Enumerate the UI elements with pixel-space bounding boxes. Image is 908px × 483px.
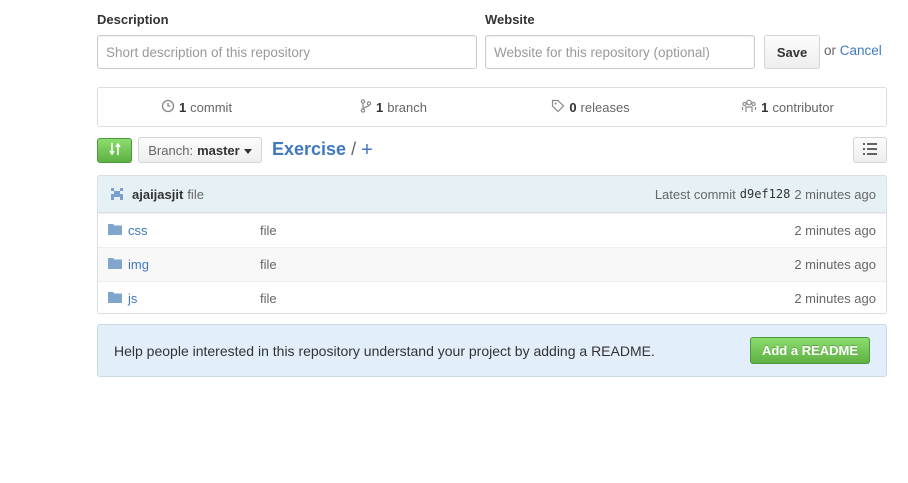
file-name-link[interactable]: img (128, 257, 149, 272)
folder-icon (108, 257, 122, 272)
file-age: 2 minutes ago (794, 291, 876, 306)
branches-count: 1 (376, 99, 384, 115)
website-input[interactable]: Website for this repository (optional) (485, 35, 755, 69)
commits-label: commit (190, 99, 233, 115)
file-message[interactable]: file (260, 291, 794, 306)
commit-time: 2 minutes ago (794, 186, 876, 202)
latest-commit-bar: ajaijasjit file Latest commit d9ef128 2 … (98, 176, 886, 213)
caret-down-icon (243, 143, 252, 158)
path-separator: / (351, 139, 357, 159)
file-name-link[interactable]: css (128, 223, 148, 238)
releases-count: 0 (569, 99, 577, 115)
branches-summary[interactable]: 1 branch (295, 98, 492, 116)
file-message[interactable]: file (260, 223, 794, 238)
description-placeholder: Short description of this repository (106, 44, 311, 60)
repo-summary: 1 commit 1 branch 0 releases 1 contribut… (97, 87, 887, 127)
file-name-link[interactable]: js (128, 291, 137, 306)
avatar[interactable] (108, 185, 126, 203)
list-view-button[interactable] (853, 137, 887, 163)
contributors-label: contributor (772, 99, 834, 115)
latest-commit-label: Latest commit (654, 186, 736, 202)
table-row: img file 2 minutes ago (98, 247, 886, 281)
readme-prompt: Help people interested in this repositor… (97, 324, 887, 377)
file-browser: ajaijasjit file Latest commit d9ef128 2 … (97, 175, 887, 314)
contributors-count: 1 (761, 99, 769, 115)
contributors-summary[interactable]: 1 contributor (689, 99, 886, 116)
add-readme-button[interactable]: Add a README (750, 337, 870, 364)
folder-icon (108, 291, 122, 306)
folder-icon (108, 223, 122, 238)
or-text: or (824, 43, 837, 58)
tag-icon (551, 99, 565, 116)
file-age: 2 minutes ago (794, 223, 876, 238)
commits-summary[interactable]: 1 commit (98, 99, 295, 116)
website-placeholder: Website for this repository (optional) (494, 44, 710, 60)
compare-icon (108, 142, 122, 159)
repo-name-link[interactable]: Exercise (272, 139, 346, 160)
commit-message[interactable]: file (187, 187, 204, 202)
description-label: Description (97, 12, 169, 27)
description-input[interactable]: Short description of this repository (97, 35, 477, 69)
website-label: Website (485, 12, 535, 27)
commit-sha[interactable]: d9ef128 (740, 187, 791, 201)
table-row: js file 2 minutes ago (98, 281, 886, 313)
readme-prompt-text: Help people interested in this repositor… (114, 342, 655, 359)
branch-name: master (197, 142, 240, 158)
commit-author[interactable]: ajaijasjit (132, 187, 183, 202)
table-row: css file 2 minutes ago (98, 213, 886, 247)
organization-icon (741, 99, 757, 116)
branch-selector[interactable]: Branch: master (138, 137, 262, 163)
commits-count: 1 (178, 99, 187, 115)
cancel-link[interactable]: Cancel (840, 43, 882, 58)
branch-icon (360, 98, 372, 116)
releases-label: releases (580, 99, 630, 115)
releases-summary[interactable]: 0 releases (492, 99, 689, 116)
branches-label: branch (387, 99, 427, 115)
save-button[interactable]: Save (764, 35, 820, 69)
add-file-button[interactable]: + (361, 140, 373, 160)
file-age: 2 minutes ago (794, 257, 876, 272)
list-icon (863, 142, 877, 158)
file-message[interactable]: file (260, 257, 794, 272)
history-icon (161, 99, 175, 116)
branch-prefix: Branch: (148, 142, 194, 158)
compare-button[interactable] (97, 138, 132, 163)
